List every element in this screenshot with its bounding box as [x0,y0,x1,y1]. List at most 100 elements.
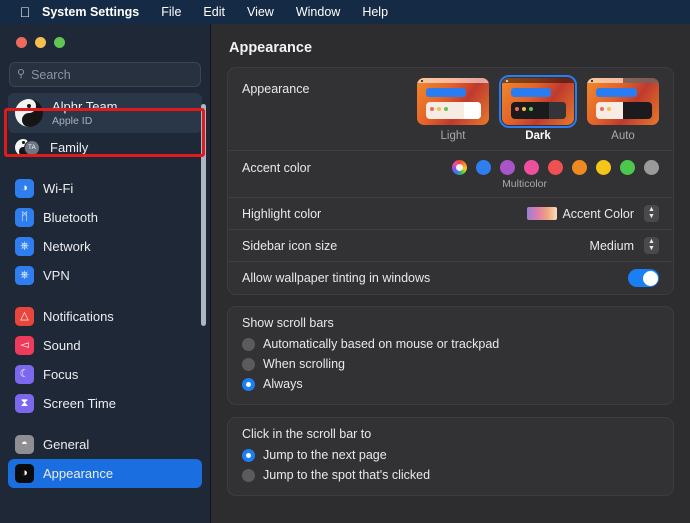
sidebar-item-label: VPN [43,268,70,283]
sidebar-item-label: Screen Time [43,396,116,411]
globe-icon: ⎈ [15,237,34,256]
accent-color-caption: Multicolor [502,178,547,190]
close-button[interactable] [16,37,27,48]
sidebar-item-wifi[interactable]: ◑ Wi-Fi [8,174,202,203]
family-badge: TA [24,139,40,156]
menu-item-file[interactable]: File [150,0,192,24]
radio-jump-next-page[interactable]: Jump to the next page [242,445,659,465]
family-avatar: TA [15,138,41,157]
radio-button[interactable] [242,468,255,482]
account-subtitle: Apple ID [52,115,93,127]
show-scroll-bars-title: Show scroll bars [242,316,334,330]
wifi-icon: ◑ [15,179,34,198]
system-settings-window: ⚲ Search Alphr Team Apple ID TA Family ◑… [0,24,690,523]
sidebar-divider [0,290,210,302]
radio-label: Jump to the spot that's clicked [263,468,431,482]
sidebar-item-vpn[interactable]: ⎈ VPN [8,261,202,290]
menu-item-help[interactable]: Help [351,0,399,24]
scroll-bar-click-title: Click in the scroll bar to [242,427,372,441]
radio-scrollbars-when-scrolling[interactable]: When scrolling [242,354,659,374]
sidebar-item-apple-id[interactable]: Alphr Team Apple ID [8,93,202,133]
wallpaper-tinting-label: Allow wallpaper tinting in windows [242,271,431,285]
light-thumbnail[interactable] [417,78,489,125]
sidebar-divider [0,418,210,430]
highlight-color-popup[interactable]: Accent Color ▲ ▼ [527,205,659,222]
sidebar-item-label: Network [43,239,91,254]
radio-button[interactable] [242,377,255,391]
page-title: Appearance [229,40,313,56]
menu-item-window[interactable]: Window [285,0,351,24]
radio-button[interactable] [242,448,255,462]
menu-item-edit[interactable]: Edit [192,0,236,24]
menu-item-view[interactable]: View [236,0,285,24]
search-input[interactable]: ⚲ Search [9,62,201,87]
bluetooth-icon: ᛗ [15,208,34,227]
sidebar-item-notifications[interactable]: △ Notifications [8,302,202,331]
dark-thumbnail[interactable] [498,74,578,129]
sidebar-item-label: General [43,437,90,452]
highlight-color-swatch [527,207,558,220]
radio-jump-to-spot[interactable]: Jump to the spot that's clicked [242,465,659,485]
sidebar-icon-size-row: Sidebar icon size Medium ▲ ▼ [228,229,673,261]
wallpaper-tinting-toggle[interactable] [628,269,659,287]
sidebar-item-label: Sound [43,338,81,353]
maximize-button[interactable] [54,37,65,48]
accent-swatch-multicolor[interactable] [452,160,467,175]
accent-swatch-pink[interactable] [524,160,539,175]
sidebar-item-label: Bluetooth [43,210,98,225]
sidebar-item-focus[interactable]: ☾ Focus [8,360,202,389]
search-icon: ⚲ [17,68,26,80]
accent-swatch-blue[interactable] [476,160,491,175]
sidebar-item-label: Family [50,140,89,155]
appearance-option-light[interactable]: Light [417,78,489,142]
moon-icon: ☾ [15,365,34,384]
accent-swatch-yellow[interactable] [596,160,611,175]
sidebar-item-appearance[interactable]: ◑ Appearance [8,459,202,488]
speaker-icon: ◅ [15,336,34,355]
sidebar-icon-size-popup[interactable]: Medium ▲ ▼ [590,237,659,254]
sidebar-icon-size-label: Sidebar icon size [242,238,338,253]
apple-logo-icon[interactable]:  [14,5,36,19]
sidebar-item-screen-time[interactable]: ⧗ Screen Time [8,389,202,418]
yin-yang-avatar [15,99,43,127]
auto-thumbnail[interactable] [587,78,659,125]
radio-button[interactable] [242,357,255,371]
sidebar-item-general[interactable]: ◓ General [8,430,202,459]
sidebar-item-sound[interactable]: ◅ Sound [8,331,202,360]
appearance-icon: ◑ [15,464,34,483]
minimize-button[interactable] [35,37,46,48]
appearance-option-label: Auto [611,130,635,142]
accent-swatch-purple[interactable] [500,160,515,175]
menu-item-system-settings[interactable]: System Settings [36,0,150,24]
vpn-icon: ⎈ [15,266,34,285]
sidebar-scrollbar[interactable] [201,104,206,326]
appearance-label: Appearance [242,82,310,96]
accent-swatch-red[interactable] [548,160,563,175]
sidebar-item-network[interactable]: ⎈ Network [8,232,202,261]
wallpaper-tinting-row: Allow wallpaper tinting in windows [228,261,673,294]
sidebar-item-label: Appearance [43,466,114,481]
sidebar-item-family[interactable]: TA Family [8,133,202,162]
toggle-knob [642,270,658,286]
gear-icon: ◓ [15,435,34,454]
appearance-settings-card: Appearance Light Dark Auto Accent color … [227,67,674,295]
appearance-option-dark[interactable]: Dark [498,74,578,142]
account-name: Alphr Team [52,99,118,114]
radio-button[interactable] [242,337,255,351]
scroll-bar-click-card: Click in the scroll bar to Jump to the n… [227,417,674,496]
accent-swatch-orange[interactable] [572,160,587,175]
accent-swatch-green[interactable] [620,160,635,175]
chevron-updown-icon[interactable]: ▲ ▼ [644,237,659,254]
window-controls [0,24,210,48]
radio-scrollbars-automatic[interactable]: Automatically based on mouse or trackpad [242,334,659,354]
appearance-options: Light Dark Auto [417,74,659,142]
accent-swatch-graphite[interactable] [644,160,659,175]
appearance-option-auto[interactable]: Auto [587,78,659,142]
sidebar-item-label: Notifications [43,309,114,324]
radio-label: Jump to the next page [263,448,387,462]
radio-scrollbars-always[interactable]: Always [242,374,659,394]
appearance-mode-row: Appearance Light Dark Auto [228,68,673,150]
chevron-updown-icon[interactable]: ▲ ▼ [644,205,659,222]
sidebar-item-bluetooth[interactable]: ᛗ Bluetooth [8,203,202,232]
show-scroll-bars-card: Show scroll bars Automatically based on … [227,306,674,405]
